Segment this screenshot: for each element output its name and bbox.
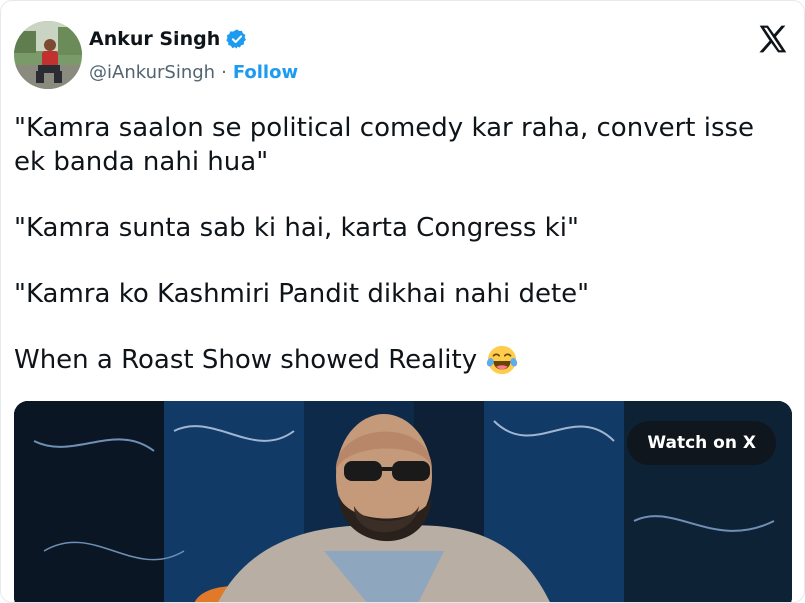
tweet-paragraph-4-row: When a Roast Show showed Reality [14, 343, 784, 377]
tweet-paragraph-3: "Kamra ko Kashmiri Pandit dikhai nahi de… [14, 279, 590, 309]
avatar-photo [14, 21, 82, 89]
separator-dot: · [221, 62, 227, 83]
tweet-paragraph-4: When a Roast Show showed Reality [14, 345, 478, 375]
author-avatar[interactable] [14, 21, 82, 89]
verified-badge-icon [226, 29, 247, 49]
tweet-card: Ankur Singh @iAnkurSingh · Follow "Kamra… [0, 0, 805, 603]
tweet-paragraph-1: "Kamra saalon se political comedy kar ra… [14, 113, 755, 177]
author-handle-row: @iAnkurSingh · Follow [89, 62, 298, 83]
media-video[interactable]: Watch on X [14, 401, 792, 602]
author-handle[interactable]: @iAnkurSingh [89, 62, 215, 83]
author-name-row: Ankur Singh [89, 28, 248, 50]
watch-on-x-button[interactable]: Watch on X [627, 421, 776, 465]
author-name[interactable]: Ankur Singh [89, 28, 220, 50]
x-logo-icon[interactable] [756, 23, 790, 55]
face-with-tears-of-joy-icon [486, 345, 518, 375]
tweet-text: "Kamra saalon se political comedy kar ra… [14, 111, 784, 377]
follow-button[interactable]: Follow [233, 62, 298, 83]
tweet-paragraph-2: "Kamra sunta sab ki hai, karta Congress … [14, 213, 579, 243]
